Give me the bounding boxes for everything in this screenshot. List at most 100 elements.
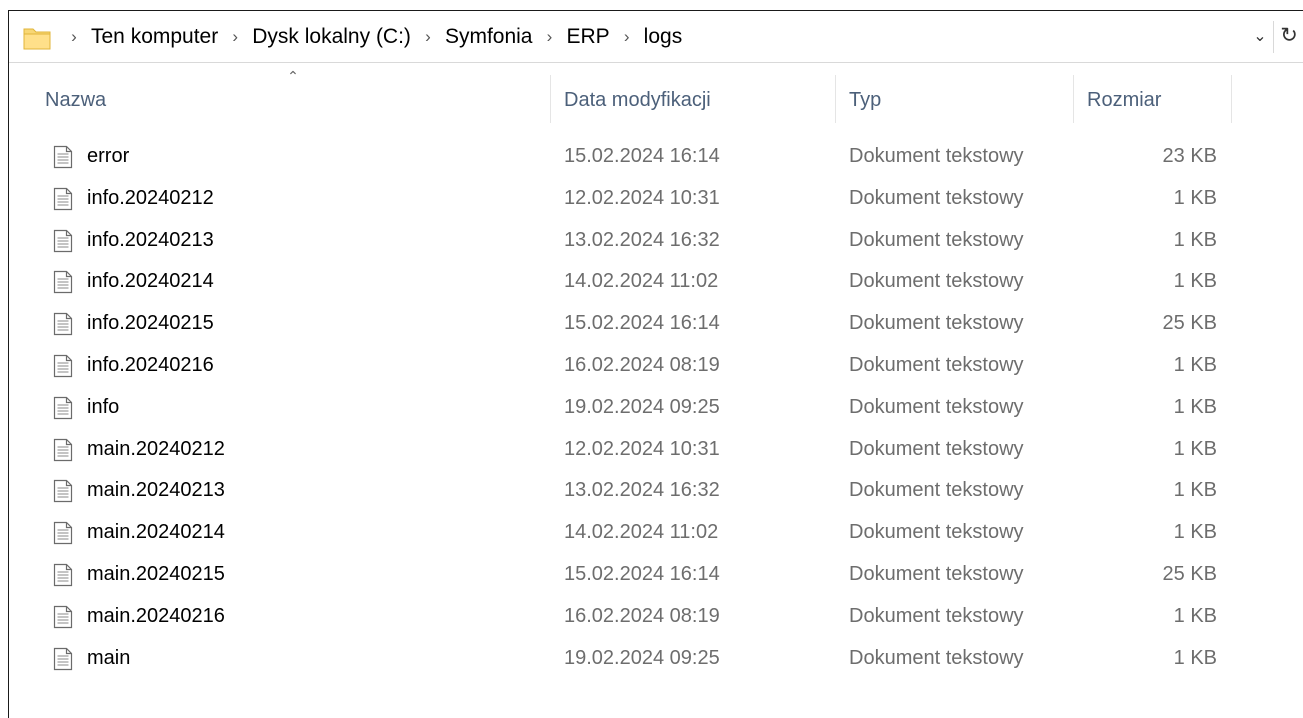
file-row[interactable]: info.20240214 14.02.2024 11:02 Dokument te… (9, 261, 1303, 303)
file-size: 25 KB (1162, 312, 1217, 335)
file-row[interactable]: info.20240215 15.02.2024 16:14 Dokument te… (9, 303, 1303, 345)
file-name: info.20240213 (87, 228, 214, 251)
breadcrumb-logs[interactable]: logs (640, 25, 687, 49)
file-type: Dokument tekstowy (849, 186, 1024, 209)
file-date-modified: 12.02.2024 10:31 (564, 186, 720, 209)
file-date-modified: 14.02.2024 11:02 (564, 270, 719, 293)
file-date-modified: 15.02.2024 16:14 (564, 562, 720, 585)
file-row[interactable]: main.20240216 16.02.2024 08:19 Dokument te… (9, 596, 1303, 638)
file-date-modified: 14.02.2024 11:02 (564, 521, 719, 544)
file-type: Dokument tekstowy (849, 395, 1024, 418)
text-document-icon (53, 605, 73, 629)
breadcrumb-ten-komputer[interactable]: Ten komputer (87, 25, 222, 49)
file-type: Dokument tekstowy (849, 521, 1024, 544)
file-size: 1 KB (1173, 479, 1217, 502)
file-date-modified: 16.02.2024 08:19 (564, 353, 720, 376)
file-date-modified: 15.02.2024 16:14 (564, 312, 720, 335)
file-name: main (87, 646, 131, 669)
address-bar[interactable]: › Ten komputer › Dysk lokalny (C:) › Sym… (9, 11, 1303, 63)
column-header-name[interactable]: Nazwa (45, 73, 106, 127)
column-headers: ⌃ Nazwa Data modyfikacji Typ Rozmiar (9, 69, 1303, 127)
file-size: 1 KB (1173, 604, 1217, 627)
file-date-modified: 19.02.2024 09:25 (564, 646, 720, 669)
file-name: main.20240215 (87, 562, 225, 585)
column-divider[interactable] (1231, 75, 1232, 123)
chevron-right-icon[interactable]: › (222, 27, 248, 47)
file-date-modified: 13.02.2024 16:32 (564, 479, 720, 502)
text-document-icon (53, 563, 73, 587)
file-date-modified: 13.02.2024 16:32 (564, 228, 720, 251)
text-document-icon (53, 521, 73, 545)
file-type: Dokument tekstowy (849, 604, 1024, 627)
file-name: main.20240216 (87, 604, 225, 627)
file-row[interactable]: main.20240214 14.02.2024 11:02 Dokument te… (9, 512, 1303, 554)
chevron-right-icon[interactable]: › (415, 27, 441, 47)
sort-ascending-icon: ⌃ (287, 68, 299, 84)
file-name: main.20240212 (87, 437, 225, 460)
column-divider[interactable] (1073, 75, 1074, 123)
file-row[interactable]: main.20240212 12.02.2024 10:31 Dokument te… (9, 429, 1303, 471)
chevron-right-icon[interactable]: › (61, 27, 87, 47)
file-type: Dokument tekstowy (849, 312, 1024, 335)
breadcrumb-dysk-lokalny[interactable]: Dysk lokalny (C:) (248, 25, 415, 49)
file-size: 1 KB (1173, 270, 1217, 293)
column-divider[interactable] (835, 75, 836, 123)
file-size: 1 KB (1173, 186, 1217, 209)
file-row[interactable]: info.20240212 12.02.2024 10:31 Dokument te… (9, 178, 1303, 220)
file-explorer-window: › Ten komputer › Dysk lokalny (C:) › Sym… (8, 10, 1303, 718)
column-divider[interactable] (550, 75, 551, 123)
file-list: error 15.02.2024 16:14 Dokument tekstowy 23… (9, 136, 1303, 679)
text-document-icon (53, 270, 73, 294)
column-header-date[interactable]: Data modyfikacji (564, 73, 711, 127)
breadcrumb: › Ten komputer › Dysk lokalny (C:) › Sym… (61, 11, 686, 63)
folder-icon (23, 28, 51, 50)
file-type: Dokument tekstowy (849, 270, 1024, 293)
file-size: 25 KB (1162, 562, 1217, 585)
file-name: info (87, 395, 120, 418)
text-document-icon (53, 438, 73, 462)
text-document-icon (53, 647, 73, 671)
file-name: main.20240214 (87, 521, 225, 544)
text-document-icon (53, 479, 73, 503)
file-row[interactable]: info.20240216 16.02.2024 08:19 Dokument te… (9, 345, 1303, 387)
file-size: 23 KB (1162, 145, 1217, 167)
text-document-icon (53, 229, 73, 253)
file-size: 1 KB (1173, 437, 1217, 460)
file-row[interactable]: info.20240213 13.02.2024 16:32 Dokument te… (9, 220, 1303, 262)
file-type: Dokument tekstowy (849, 353, 1024, 376)
file-row[interactable]: error 15.02.2024 16:14 Dokument tekstowy 23… (9, 136, 1303, 178)
address-bar-divider (1273, 21, 1274, 53)
breadcrumb-erp[interactable]: ERP (562, 25, 613, 49)
file-type: Dokument tekstowy (849, 562, 1024, 585)
file-name: info.20240214 (87, 270, 214, 293)
file-date-modified: 19.02.2024 09:25 (564, 395, 720, 418)
file-type: Dokument tekstowy (849, 228, 1024, 251)
file-name: main.20240213 (87, 479, 225, 502)
file-name: info.20240216 (87, 353, 214, 376)
column-header-size[interactable]: Rozmiar (1087, 73, 1161, 127)
chevron-right-icon[interactable]: › (614, 27, 640, 47)
file-type: Dokument tekstowy (849, 646, 1024, 669)
file-name: info.20240215 (87, 312, 214, 335)
chevron-down-icon[interactable]: ⌄ (1249, 25, 1271, 49)
file-size: 1 KB (1173, 395, 1217, 418)
file-date-modified: 16.02.2024 08:19 (564, 604, 720, 627)
file-name: error (87, 145, 130, 167)
file-row[interactable]: main 19.02.2024 09:25 Dokument tekstowy 1 K… (9, 638, 1303, 680)
file-type: Dokument tekstowy (849, 145, 1024, 167)
text-document-icon (53, 396, 73, 420)
refresh-icon[interactable]: ↻ (1277, 23, 1301, 49)
column-header-type[interactable]: Typ (849, 73, 881, 127)
file-type: Dokument tekstowy (849, 437, 1024, 460)
file-size: 1 KB (1173, 353, 1217, 376)
file-row[interactable]: main.20240215 15.02.2024 16:14 Dokument te… (9, 554, 1303, 596)
text-document-icon (53, 354, 73, 378)
file-size: 1 KB (1173, 646, 1217, 669)
file-type: Dokument tekstowy (849, 479, 1024, 502)
text-document-icon (53, 187, 73, 211)
chevron-right-icon[interactable]: › (536, 27, 562, 47)
text-document-icon (53, 145, 73, 169)
file-row[interactable]: info 19.02.2024 09:25 Dokument tekstowy 1 K… (9, 387, 1303, 429)
file-row[interactable]: main.20240213 13.02.2024 16:32 Dokument te… (9, 470, 1303, 512)
breadcrumb-symfonia[interactable]: Symfonia (441, 25, 537, 49)
